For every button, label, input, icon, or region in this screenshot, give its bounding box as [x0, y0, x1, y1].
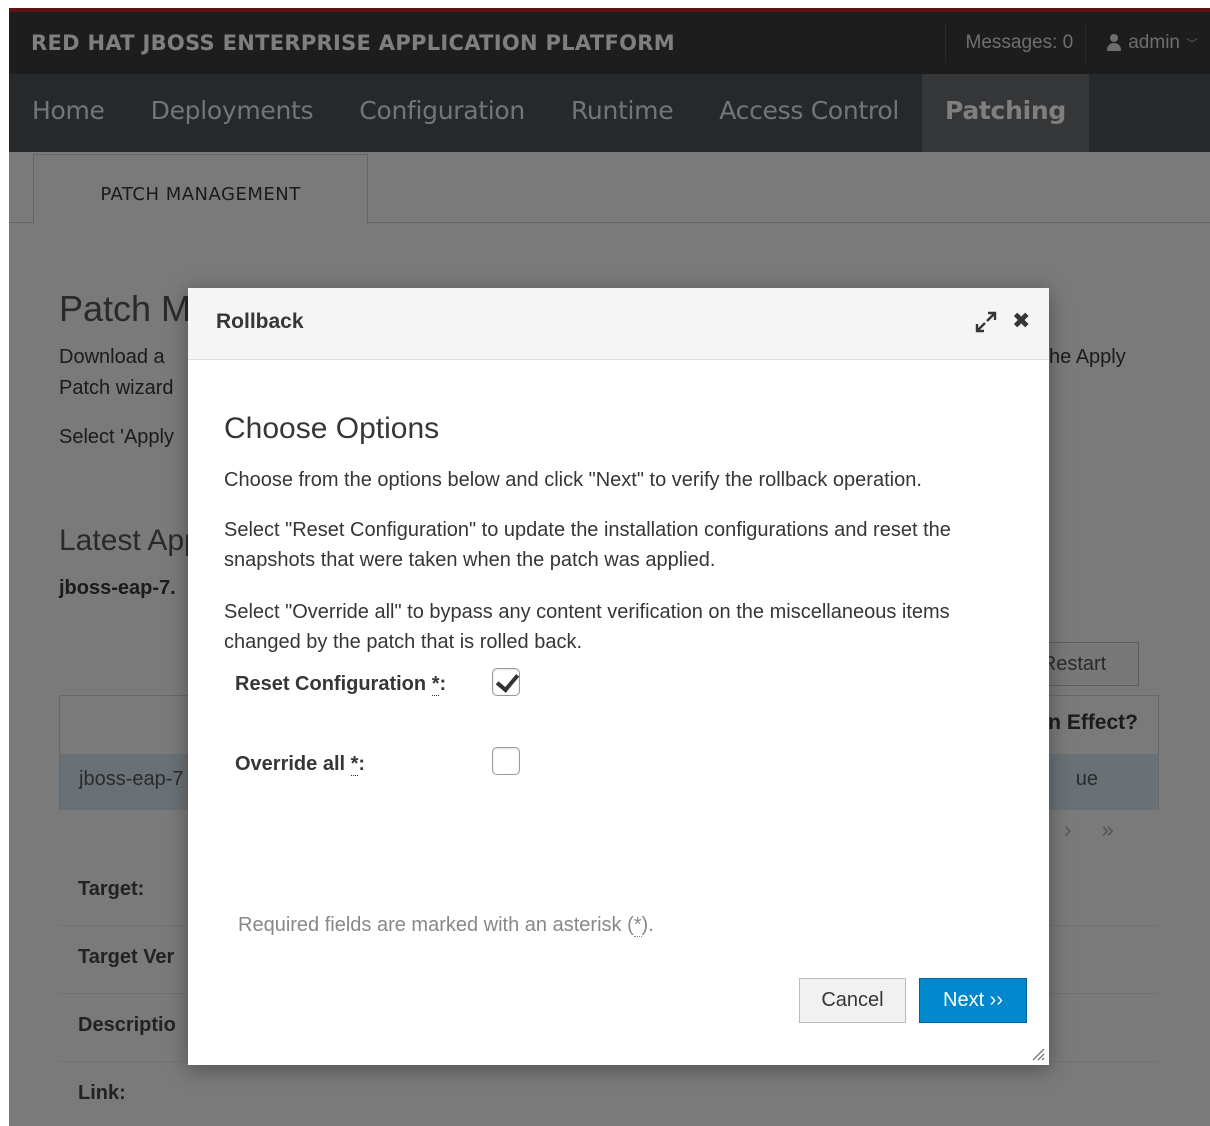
label-colon: : — [439, 673, 447, 695]
options-heading: Choose Options — [224, 412, 440, 445]
override-label-text: Override all — [235, 753, 346, 775]
override-all-checkbox[interactable] — [492, 747, 520, 775]
reset-label-text: Reset Configuration — [235, 673, 427, 695]
resize-grip-icon[interactable] — [1029, 1045, 1045, 1061]
rollback-dialog: Rollback ✖ Choose Options Choose from th… — [188, 288, 1049, 1065]
note-suffix: ). — [641, 914, 654, 936]
reset-description: Select "Reset Configuration" to update t… — [224, 519, 951, 571]
maximize-icon-svg — [975, 311, 997, 333]
instructions-text: Choose from the options below and click … — [224, 469, 922, 491]
next-button[interactable]: Next ›› — [919, 978, 1027, 1023]
override-all-label: Override all *: — [235, 753, 365, 776]
override-description: Select "Override all" to bypass any cont… — [224, 601, 950, 653]
dialog-header: Rollback ✖ — [188, 288, 1049, 360]
note-prefix: Required fields are marked with an aster… — [238, 914, 634, 936]
dialog-title: Rollback — [216, 310, 304, 333]
label-colon: : — [358, 753, 366, 775]
cancel-button[interactable]: Cancel — [799, 978, 906, 1023]
close-icon[interactable]: ✖ — [1012, 310, 1030, 332]
reset-configuration-checkbox[interactable] — [492, 668, 520, 696]
maximize-icon[interactable] — [974, 310, 998, 338]
reset-configuration-label: Reset Configuration *: — [235, 673, 446, 696]
required-fields-note: Required fields are marked with an aster… — [238, 914, 654, 937]
required-marker: * — [633, 914, 642, 937]
